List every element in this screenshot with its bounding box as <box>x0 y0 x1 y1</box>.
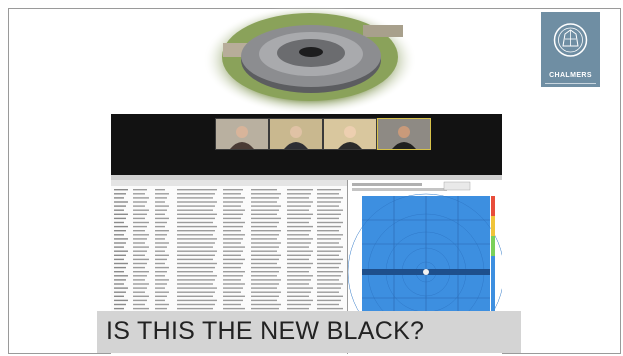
table-row <box>114 266 339 269</box>
table-row <box>114 234 343 236</box>
chalmers-seal-icon <box>553 23 588 57</box>
participant-video-tile <box>269 118 323 150</box>
table-row <box>114 230 339 232</box>
table-row <box>114 201 341 203</box>
table-row <box>114 262 341 265</box>
table-row <box>114 225 341 228</box>
table-row <box>114 258 343 261</box>
table-row <box>114 295 343 297</box>
table-row <box>114 238 341 240</box>
table-row <box>114 217 339 220</box>
table-row <box>114 279 339 281</box>
table-row <box>114 291 339 293</box>
video-call-strip <box>111 114 502 175</box>
table-row <box>114 275 341 277</box>
table-row <box>114 213 341 215</box>
table-row <box>114 242 339 244</box>
table-row <box>114 250 341 252</box>
table-row <box>114 189 341 191</box>
chalmers-logo: CHALMERS <box>541 12 600 87</box>
logo-underline <box>545 83 596 84</box>
table-row <box>114 271 343 273</box>
table-row <box>114 246 343 248</box>
table-row <box>114 303 339 306</box>
table-row <box>114 221 343 224</box>
table-row <box>114 307 343 310</box>
table-row <box>114 254 339 256</box>
synchrotron-aerial-photo <box>203 5 417 115</box>
table-row <box>114 193 339 195</box>
slide-caption: IS THIS THE NEW BLACK? <box>106 317 425 345</box>
table-row <box>114 287 341 289</box>
participant-video-tile-active <box>377 118 431 150</box>
participant-video-tile <box>323 118 377 150</box>
logo-wordmark: CHALMERS <box>549 72 592 79</box>
table-row <box>114 197 343 199</box>
table-row <box>114 299 341 302</box>
table-row <box>114 283 343 285</box>
participant-video-tile <box>215 118 269 150</box>
table-row <box>114 205 339 207</box>
table-header <box>111 180 347 186</box>
table-row <box>114 209 343 211</box>
